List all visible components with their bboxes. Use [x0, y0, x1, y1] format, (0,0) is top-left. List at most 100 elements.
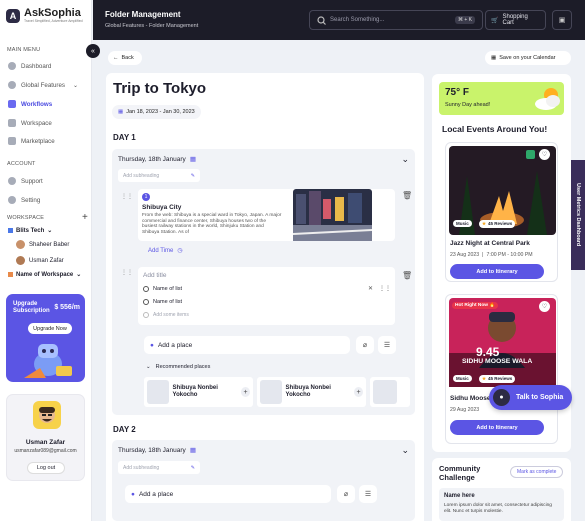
trash-icon[interactable]: 🗑 [402, 271, 412, 280]
event-card[interactable]: Hot Right Now 🔥 ♡ 9.45 SIDHU MOOSE WALA … [445, 294, 558, 444]
plus-icon[interactable]: + [241, 387, 250, 397]
event-tag: Music [453, 220, 472, 227]
talk-to-sophia-button[interactable]: ● Talk to Sophia [489, 385, 572, 410]
sidebar-item-setting[interactable]: Setting [8, 196, 40, 204]
itinerary-panel: Trip to Tokyo ▦ Jan 18, 2023 - Jan 30, 20… [106, 73, 424, 521]
calendar-icon: ▦ [118, 109, 124, 115]
add-place-input[interactable]: ● Add a place [144, 336, 350, 354]
radio-icon[interactable] [143, 299, 149, 305]
add-items-input[interactable]: Add some items [143, 312, 189, 318]
heart-icon[interactable]: ♡ [539, 149, 550, 160]
drag-handle-icon[interactable]: ⋮⋮ [379, 285, 391, 292]
add-place-input[interactable]: ● Add a place [125, 485, 331, 503]
attachment-button[interactable]: ⌀ [337, 485, 355, 503]
sidebar: A AskSophia Travel Simplified, Adventure… [0, 0, 92, 521]
subheading-input[interactable]: Add subheading ✎ [118, 169, 200, 182]
add-time-button[interactable]: Add Time ◷ [148, 247, 183, 255]
day-date[interactable]: Thursday, 18th January ▦ [118, 155, 196, 164]
sidebar-item-workspace[interactable]: Workspace [8, 119, 52, 127]
location-pin-icon: ● [131, 490, 135, 498]
list-icon: ☰ [364, 491, 372, 498]
trash-icon[interactable]: 🗑 [402, 191, 412, 200]
list-item[interactable]: Name of list [143, 286, 182, 292]
list-button[interactable]: ☰ [359, 485, 377, 503]
sidebar-item-global-features[interactable]: Global Features ⌄ [8, 81, 78, 89]
user-avatar-icon [39, 407, 55, 423]
chevron-down-icon[interactable]: ⌄ [401, 154, 409, 165]
logout-button[interactable]: Log out [27, 462, 65, 474]
sidebar-item-workflows[interactable]: Workflows [8, 100, 52, 108]
avatar [33, 401, 61, 429]
sidebar-item-dashboard[interactable]: Dashboard [8, 62, 51, 70]
list-title-input[interactable]: Add title [143, 272, 167, 279]
member-item[interactable]: Shaheer Baber [16, 240, 69, 249]
recommended-place-card[interactable]: Shibuya Nonbei Yokocho + [257, 377, 366, 407]
add-to-itinerary-button[interactable]: Add to Itinerary [450, 264, 544, 279]
sidebar-item-support[interactable]: Support [8, 177, 43, 185]
top-bar: Folder Management Global Features - Fold… [93, 0, 585, 40]
section-account: ACCOUNT [7, 161, 36, 167]
back-button[interactable]: ← Back [108, 51, 142, 65]
add-workspace-icon[interactable]: + [82, 212, 88, 223]
event-card[interactable]: ♡ Music ★ 45 Reviews Jazz Night at Centra… [445, 142, 558, 282]
add-to-itinerary-button[interactable]: Add to Itinerary [450, 420, 544, 435]
map-icon[interactable] [526, 150, 535, 159]
trip-dates[interactable]: ▦ Jan 18, 2023 - Jan 30, 2023 [112, 105, 201, 119]
logo-icon: A [6, 8, 20, 23]
workspace-blits-tech[interactable]: Blits Tech ⌄ [8, 227, 52, 234]
attachment-button[interactable]: ⌀ [356, 336, 374, 354]
community-challenge-card: Community Challenge Mark as complete Nam… [432, 458, 571, 521]
location-pin-icon: ● [493, 389, 510, 406]
search-input[interactable]: Search Something... ⌘ + K [309, 10, 483, 30]
sun-cloud-icon [535, 88, 560, 110]
arrow-left-icon: ← [113, 55, 119, 61]
hot-badge: Hot Right Now 🔥 [452, 302, 499, 309]
place-description: From the web: Shibuya is a special ward … [142, 213, 282, 235]
shortcut-badge: ⌘ + K [454, 16, 475, 24]
shopping-cart-button[interactable]: 🛒 Shopping Cart [485, 10, 546, 30]
plus-icon[interactable]: + [354, 387, 363, 397]
upgrade-button[interactable]: Upgrade Now [28, 323, 72, 334]
upgrade-title: Upgrade Subscription [13, 301, 50, 314]
subheading-input[interactable]: Add subheading ✎ [118, 461, 200, 474]
search-icon [317, 15, 326, 25]
events-title: Local Events Around You! [442, 124, 548, 134]
member-item[interactable]: Usman Zafar [16, 256, 64, 265]
list-button[interactable]: ☰ [378, 336, 396, 354]
reviews-badge: ★ 45 Reviews [479, 220, 516, 228]
brand-logo[interactable]: A AskSophia Travel Simplified, Adventure… [6, 8, 83, 23]
user-metrics-dashboard-tab[interactable]: User Metrics Dashboard [571, 160, 585, 270]
recommended-place-card[interactable]: Shibuya Nonbei Yokocho + [144, 377, 253, 407]
list-card[interactable]: Add title Name of list ✕ ⋮⋮ Name of list… [138, 267, 395, 325]
place-photo [293, 189, 372, 241]
day-date[interactable]: Thursday, 18th January ▦ [118, 446, 196, 455]
save-calendar-button[interactable]: ▦ Save on your Calendar [485, 51, 571, 65]
challenge-name: Name here [444, 493, 475, 499]
user-email: usmanzafar089@gmail.com [14, 448, 77, 454]
collapse-sidebar-button[interactable]: « [86, 44, 100, 58]
heart-icon[interactable]: ♡ [539, 301, 550, 312]
avatar [16, 240, 25, 249]
workspace-name-of-workspace[interactable]: Name of Workspace ⌄ [8, 271, 81, 278]
recommended-place-card[interactable] [370, 377, 410, 407]
radio-icon[interactable] [143, 286, 149, 292]
image-icon[interactable]: ▣ [552, 10, 572, 30]
chevron-down-icon: ⌄ [146, 364, 151, 370]
dashboard-icon [8, 62, 16, 70]
event-tag: Music [453, 375, 472, 382]
list-item[interactable]: Name of list [143, 299, 182, 305]
calendar-icon: ▦ [491, 55, 497, 61]
drag-handle-icon[interactable]: ⋮⋮ [121, 269, 133, 276]
close-icon[interactable]: ✕ [368, 285, 373, 292]
recommended-toggle[interactable]: ⌄ Recommended places [146, 364, 210, 370]
place-card[interactable]: 1 Shibuya City From the web: Shibuya is … [138, 189, 395, 241]
chevron-down-icon[interactable]: ⌄ [401, 445, 409, 456]
avatar [16, 256, 25, 265]
support-icon [8, 177, 16, 185]
place-thumbnail [147, 380, 169, 404]
day-1-section: Thursday, 18th January ▦ ⌄ Add subheading… [112, 149, 415, 415]
drag-handle-icon[interactable]: ⋮⋮ [121, 193, 133, 200]
cart-icon: 🛒 [491, 17, 499, 24]
mark-complete-button[interactable]: Mark as complete [510, 466, 564, 478]
sidebar-item-marketplace[interactable]: Marketplace [8, 137, 55, 145]
